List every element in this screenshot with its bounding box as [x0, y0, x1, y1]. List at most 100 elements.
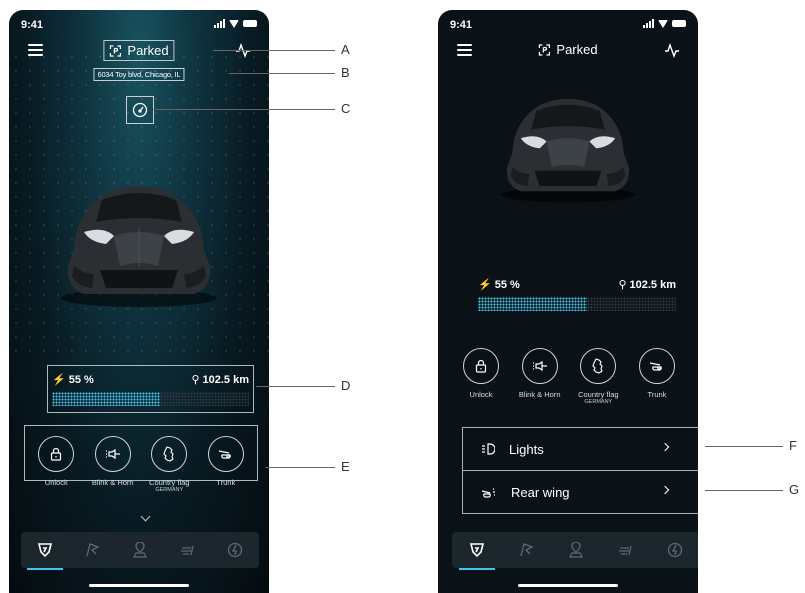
country-flag-action[interactable]: Country flag GERMANY: [141, 436, 198, 494]
right-phone-screen: 9:41 Parked ⚡ 55 % ⚲ 102.5 km Unlock Bli…: [438, 10, 698, 593]
battery-bar: [478, 297, 676, 311]
top-bar: Parked: [9, 40, 269, 62]
rear-wing-label: Rear wing: [511, 484, 570, 500]
callout-line-b: [229, 73, 335, 74]
location-icon: [568, 542, 584, 558]
battery-status-icon: [243, 20, 257, 27]
callout-line-e: [265, 467, 335, 468]
bolt-icon: ⚡: [478, 279, 492, 291]
callout-line-f: [705, 446, 783, 447]
lights-row[interactable]: Lights: [463, 428, 698, 470]
settings-menu: Lights Rear wing: [462, 427, 698, 514]
blink-horn-action[interactable]: Blink & Horn: [511, 348, 569, 406]
wifi-icon: [658, 19, 668, 28]
callout-a: A: [341, 42, 350, 57]
rear-wing-row[interactable]: Rear wing: [463, 470, 698, 513]
quick-actions-row: Unlock Blink & Horn Country flag GERMANY…: [28, 436, 254, 494]
action-label: Country flag: [578, 390, 619, 399]
charge-icon: [668, 542, 683, 558]
callout-f: F: [789, 438, 797, 453]
trunk-action[interactable]: Trunk: [198, 436, 255, 494]
action-label: Unlock: [469, 390, 493, 399]
parked-icon: [109, 44, 121, 57]
tab-location[interactable]: [128, 538, 152, 562]
callout-c: C: [341, 101, 351, 116]
trunk-action[interactable]: Trunk: [628, 348, 686, 406]
tab-wind[interactable]: [176, 538, 200, 562]
tab-wind[interactable]: [614, 538, 638, 562]
horn-icon: [105, 448, 120, 460]
range-value: 102.5 km: [202, 374, 249, 386]
activity-icon[interactable]: [664, 42, 680, 58]
tab-home[interactable]: [458, 538, 495, 570]
tab-location[interactable]: [564, 538, 588, 562]
rear-wing-icon: [481, 488, 495, 498]
charge-icon: [228, 542, 243, 558]
left-phone-screen: 9:41 Parked 6034 Toy blvd, Chicago, IL ⚡…: [9, 10, 269, 593]
action-sublabel: GERMANY: [155, 487, 184, 493]
parked-status: Parked: [533, 40, 602, 59]
address-label: 6034 Toy blvd, Chicago, IL: [93, 68, 185, 81]
chevron-right-icon: [660, 485, 670, 495]
headlight-icon: [482, 443, 495, 455]
trunk-icon: [649, 362, 662, 371]
unlock-action[interactable]: Unlock: [28, 436, 85, 494]
signal-icon: [643, 19, 654, 28]
callout-g: G: [789, 482, 800, 497]
tab-charge[interactable]: [663, 538, 687, 562]
action-label: Unlock: [44, 478, 68, 487]
tab-home[interactable]: [26, 538, 63, 570]
trunk-button[interactable]: [207, 436, 244, 472]
battery-percent: 55 %: [494, 279, 520, 291]
callout-d: D: [341, 378, 351, 393]
speed-limit-button[interactable]: [126, 96, 154, 124]
status-time: 9:41: [450, 19, 473, 31]
callout-line-g: [705, 490, 783, 491]
car-image: [61, 186, 217, 307]
wind-icon: [180, 545, 194, 556]
unlock-action[interactable]: Unlock: [452, 348, 510, 406]
location-icon: [132, 542, 148, 558]
signal-icon: [214, 19, 225, 28]
battery-bar: [52, 392, 249, 406]
country-shape-icon: [163, 446, 174, 462]
tab-flag[interactable]: [80, 538, 104, 562]
menu-icon[interactable]: [457, 44, 472, 56]
home-icon: [37, 543, 52, 558]
range-value: 102.5 km: [629, 279, 676, 291]
callout-e: E: [341, 459, 350, 474]
status-icons: [643, 19, 686, 28]
battery-range-box: ⚡ 55 % ⚲ 102.5 km: [478, 278, 676, 311]
range-icon: ⚲: [618, 279, 627, 291]
country-flag-button[interactable]: [151, 436, 188, 472]
wind-icon: [618, 545, 632, 556]
battery-range-box: ⚡ 55 % ⚲ 102.5 km: [47, 365, 254, 413]
parked-icon: [538, 43, 550, 56]
flag-icon: [520, 543, 535, 557]
tab-flag[interactable]: [514, 538, 538, 562]
speedometer-icon: [132, 102, 148, 118]
lock-icon: [475, 359, 487, 373]
blink-horn-action[interactable]: Blink & Horn: [85, 436, 142, 494]
action-label: Country flag: [149, 478, 190, 487]
trunk-button[interactable]: [638, 348, 675, 384]
country-flag-button[interactable]: [580, 348, 617, 384]
top-bar: Parked: [438, 40, 698, 62]
callout-line-c: [153, 109, 335, 110]
tab-charge[interactable]: [223, 538, 247, 562]
action-label: Trunk: [647, 390, 667, 399]
car-image: [501, 98, 635, 203]
expand-chevron-icon[interactable]: [140, 511, 151, 522]
home-indicator: [518, 584, 618, 587]
lights-label: Lights: [509, 441, 544, 457]
country-flag-action[interactable]: Country flag GERMANY: [569, 348, 627, 406]
menu-icon[interactable]: [28, 44, 43, 56]
blink-horn-button[interactable]: [94, 436, 131, 472]
unlock-button[interactable]: [463, 348, 499, 384]
blink-horn-button[interactable]: [521, 348, 558, 384]
tab-bar: [21, 532, 259, 570]
unlock-button[interactable]: [38, 436, 75, 472]
home-indicator: [89, 584, 189, 587]
status-time: 9:41: [21, 19, 44, 31]
status-label: Parked: [556, 42, 598, 57]
